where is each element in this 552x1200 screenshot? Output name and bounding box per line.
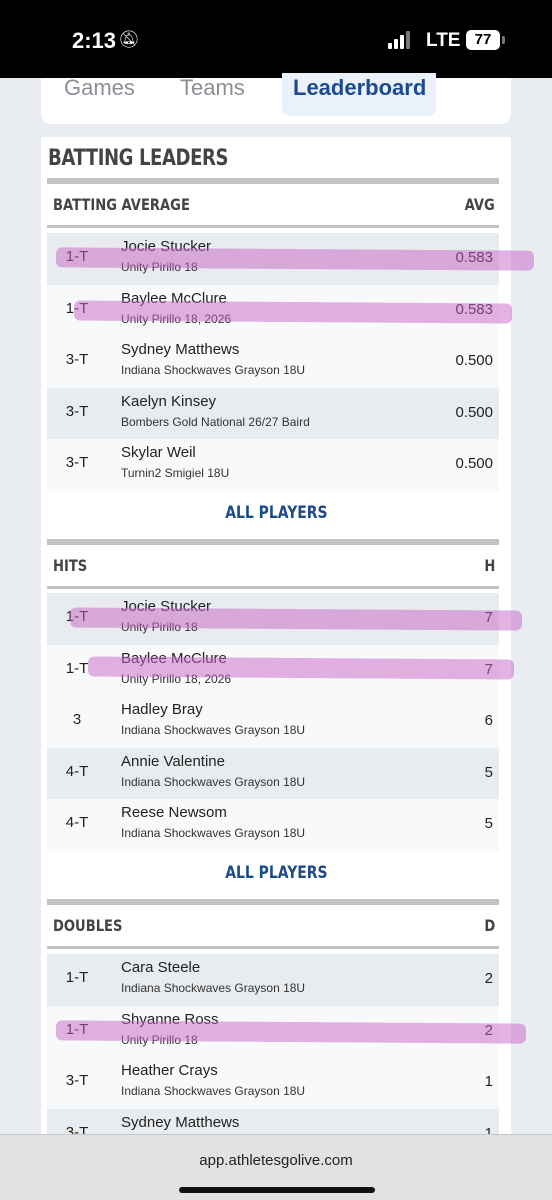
rank: 4-T bbox=[65, 762, 89, 780]
stat-value: 0.500 bbox=[455, 455, 493, 472]
all-players-label: ALL PLAYERS bbox=[224, 863, 328, 883]
highlight-mark bbox=[55, 247, 535, 271]
divider bbox=[47, 225, 499, 228]
player-row[interactable]: 1-T Cara Steele Indiana Shockwaves Grays… bbox=[47, 954, 499, 1006]
stat-value: 5 bbox=[484, 815, 493, 832]
team-name: Indiana Shockwaves Grayson 18U bbox=[121, 826, 306, 840]
player-name[interactable]: Cara Steele bbox=[121, 959, 200, 976]
player-name[interactable]: Annie Valentine bbox=[121, 753, 225, 770]
player-row[interactable]: 3 Hadley Bray Indiana Shockwaves Grayson… bbox=[47, 696, 499, 748]
highlight-mark bbox=[87, 656, 515, 680]
stat-value: 2 bbox=[484, 970, 493, 987]
tab-teams[interactable]: Teams bbox=[180, 77, 245, 115]
team-name: Bombers Gold National 26/27 Baird bbox=[121, 414, 310, 429]
all-players-link[interactable]: ALL PLAYERS bbox=[41, 503, 511, 523]
team-name: Indiana Shockwaves Grayson 18U bbox=[121, 981, 306, 995]
browser-address-bar[interactable]: app.athletesgolive.com bbox=[0, 1134, 552, 1200]
section-label: DOUBLES bbox=[53, 916, 123, 935]
stat-value: 0.500 bbox=[455, 403, 493, 421]
player-name[interactable]: Heather Crays bbox=[121, 1062, 218, 1079]
player-name[interactable]: Hadley Bray bbox=[121, 701, 203, 718]
player-name[interactable]: Skylar Weil bbox=[121, 444, 196, 461]
rank: 3-T bbox=[65, 402, 89, 420]
battery-cap bbox=[502, 36, 505, 44]
hits-list: 1-T Jocie Stucker Unity Pirillo 18 7 1-T… bbox=[47, 593, 499, 851]
all-players-link[interactable]: ALL PLAYERS bbox=[41, 863, 511, 883]
status-bar: 2:13 🔕︎ LTE 77 bbox=[0, 0, 552, 78]
highlight-mark bbox=[73, 300, 513, 324]
batting-average-list: 1-T Jocie Stucker Unity Pirillo 18 0.583… bbox=[47, 233, 499, 491]
divider bbox=[47, 539, 499, 545]
stat-value: 5 bbox=[484, 763, 493, 781]
url-text[interactable]: app.athletesgolive.com bbox=[0, 1152, 552, 1169]
team-name: Indiana Shockwaves Grayson 18U bbox=[121, 363, 306, 377]
stat-value: 0.500 bbox=[455, 352, 493, 369]
highlight-mark bbox=[69, 607, 523, 631]
section-header-batting-average: BATTING AVERAGE AVG bbox=[53, 191, 495, 221]
rank: 3-T bbox=[65, 1072, 89, 1089]
column-header: AVG bbox=[464, 195, 495, 214]
home-indicator[interactable] bbox=[179, 1187, 375, 1193]
rank: 4-T bbox=[65, 814, 89, 831]
player-row[interactable]: 3-T Skylar Weil Turnin2 Smigiel 18U 0.50… bbox=[47, 439, 499, 491]
rank: 3-T bbox=[65, 351, 89, 368]
section-label: BATTING AVERAGE bbox=[53, 195, 190, 214]
team-name: Indiana Shockwaves Grayson 18U bbox=[121, 723, 306, 737]
divider bbox=[47, 178, 499, 184]
team-name: Indiana Shockwaves Grayson 18U bbox=[121, 1084, 306, 1098]
player-row[interactable]: 3-T Kaelyn Kinsey Bombers Gold National … bbox=[47, 387, 499, 439]
column-header: H bbox=[484, 556, 495, 575]
section-header-doubles: DOUBLES D bbox=[53, 912, 495, 942]
tab-games[interactable]: Games bbox=[64, 77, 135, 115]
player-row[interactable]: 4-T Annie Valentine Indiana Shockwaves G… bbox=[47, 747, 499, 799]
tab-leaderboard[interactable]: Leaderboard bbox=[282, 73, 436, 116]
player-row[interactable]: 4-T Reese Newsom Indiana Shockwaves Gray… bbox=[47, 799, 499, 851]
column-header: D bbox=[484, 916, 495, 935]
section-label: HITS bbox=[53, 556, 88, 575]
rank: 3-T bbox=[65, 454, 89, 471]
battery-icon: 77 bbox=[466, 30, 500, 50]
page-title: BATTING LEADERS bbox=[48, 146, 229, 171]
player-name[interactable]: Sydney Matthews bbox=[121, 341, 239, 358]
highlight-mark bbox=[55, 1020, 527, 1044]
network-type: LTE bbox=[426, 30, 461, 51]
section-header-hits: HITS H bbox=[53, 552, 495, 582]
stat-value: 6 bbox=[484, 712, 493, 729]
all-players-label: ALL PLAYERS bbox=[224, 503, 328, 523]
divider bbox=[47, 586, 499, 589]
divider bbox=[47, 946, 499, 949]
player-name[interactable]: Reese Newsom bbox=[121, 804, 227, 821]
rank: 1-T bbox=[65, 969, 89, 986]
player-name[interactable]: Kaelyn Kinsey bbox=[121, 393, 216, 410]
bell-muted-icon: 🔕︎ bbox=[118, 30, 140, 49]
stat-value: 1 bbox=[484, 1073, 493, 1090]
cellular-signal-icon bbox=[388, 31, 414, 49]
clock: 2:13 bbox=[72, 28, 117, 53]
rank: 3 bbox=[72, 711, 82, 728]
divider bbox=[47, 899, 499, 905]
team-name: Turnin2 Smigiel 18U bbox=[121, 466, 230, 480]
player-row[interactable]: 3-T Sydney Matthews Indiana Shockwaves G… bbox=[47, 336, 499, 388]
player-name[interactable]: Sydney Matthews bbox=[121, 1114, 239, 1131]
player-row[interactable]: 3-T Heather Crays Indiana Shockwaves Gra… bbox=[47, 1057, 499, 1109]
tab-bar: Games Teams Leaderboard bbox=[41, 73, 511, 124]
team-name: Indiana Shockwaves Grayson 18U bbox=[121, 774, 306, 789]
leaderboard-card: BATTING LEADERS BATTING AVERAGE AVG 1-T … bbox=[41, 137, 511, 1160]
doubles-list: 1-T Cara Steele Indiana Shockwaves Grays… bbox=[47, 954, 499, 1160]
